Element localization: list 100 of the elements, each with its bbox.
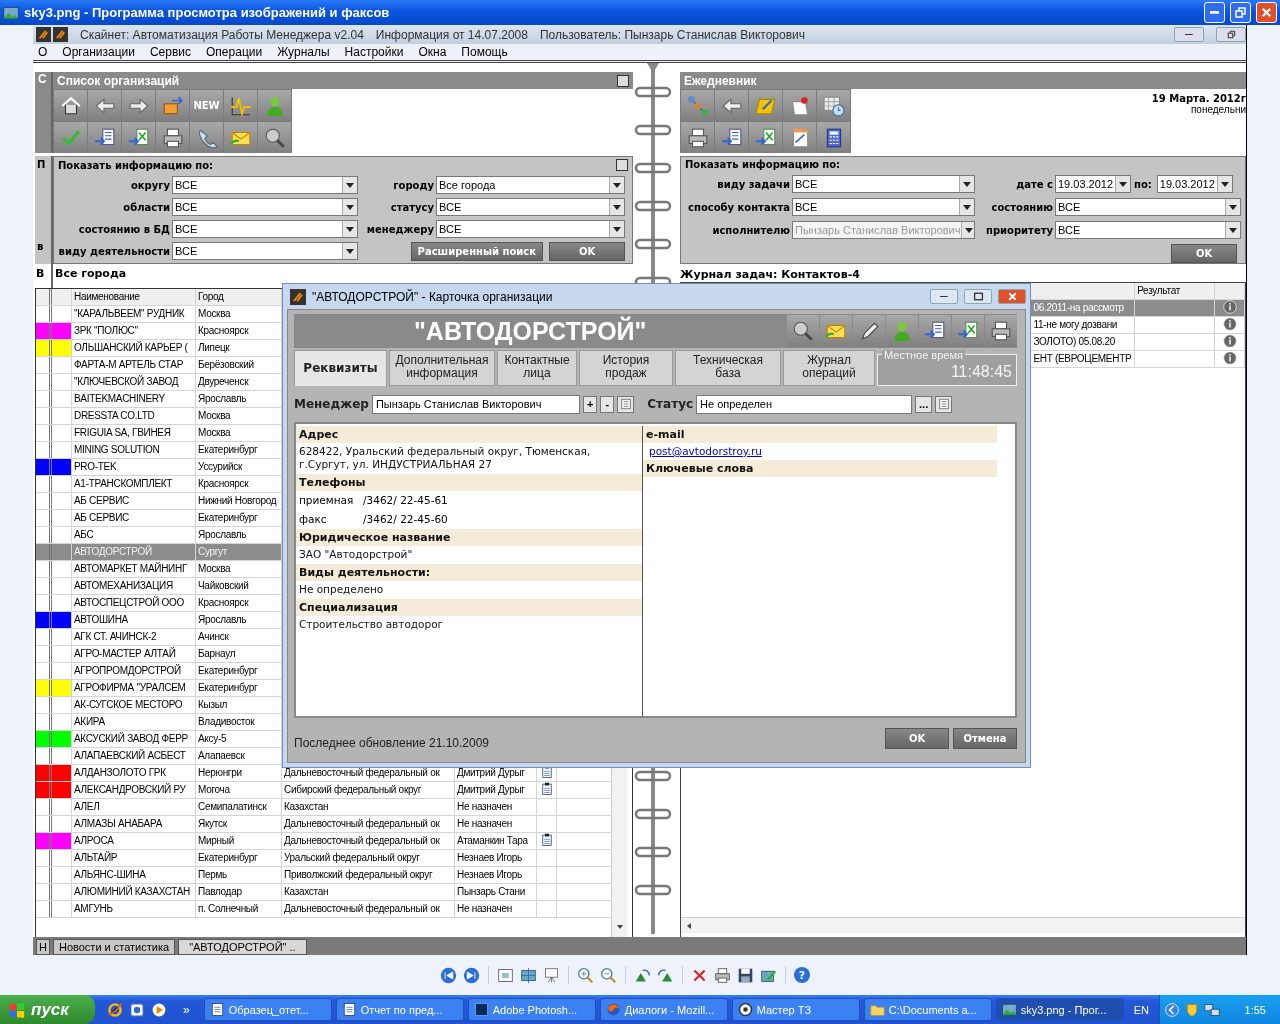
close-button[interactable] bbox=[998, 289, 1026, 304]
toolbar-button[interactable] bbox=[952, 315, 984, 347]
table-row[interactable]: АЛРОСА Мирный Дальневосточный федеральный ок Атаманкин Тара bbox=[36, 833, 611, 850]
toolbar-button[interactable] bbox=[122, 122, 155, 153]
zoom-in-icon[interactable] bbox=[577, 966, 594, 984]
list-button[interactable] bbox=[617, 395, 635, 413]
toolbar-button[interactable] bbox=[715, 90, 748, 121]
scroll-down-arrow-icon[interactable] bbox=[616, 925, 623, 929]
toolbar-button[interactable] bbox=[224, 90, 257, 121]
dropdown[interactable]: ВСЕ bbox=[172, 198, 358, 216]
dropdown[interactable]: 19.03.2012 bbox=[1156, 175, 1233, 193]
dropdown[interactable]: ВСЕ bbox=[436, 220, 625, 238]
list-button[interactable] bbox=[935, 395, 953, 413]
toolbar-button[interactable] bbox=[787, 315, 819, 347]
taskbar-button[interactable]: Диалоги - Mozill... bbox=[599, 998, 728, 1021]
dropdown[interactable]: ВСЕ bbox=[1055, 221, 1241, 239]
email-link[interactable]: post@avtodorstroy.ru bbox=[649, 445, 762, 457]
menu-item[interactable]: Окна bbox=[417, 45, 448, 59]
ok-button[interactable]: OK bbox=[549, 241, 625, 261]
dropdown[interactable]: 19.03.2012 bbox=[1055, 175, 1131, 193]
taskbar-button[interactable]: Adobe Photosh... bbox=[467, 998, 596, 1021]
cancel-button[interactable]: Отмена bbox=[953, 727, 1017, 749]
table-row[interactable]: АЛЮМИНИЙ КАЗАХСТАН Павлодар Казахстан Пынзарь Стани bbox=[36, 884, 611, 901]
menu-item[interactable]: Операции bbox=[205, 45, 264, 59]
scroll-left-arrow-icon[interactable] bbox=[687, 922, 691, 929]
toolbar-button[interactable] bbox=[817, 122, 850, 153]
dropdown[interactable]: ВСЕ bbox=[1055, 198, 1241, 216]
menu-item[interactable]: О bbox=[37, 45, 49, 59]
tab[interactable]: Реквизиты bbox=[294, 350, 387, 386]
dropdown[interactable]: ВСЕ bbox=[172, 242, 358, 260]
toolbar-button[interactable] bbox=[985, 315, 1017, 347]
toolbar-button[interactable] bbox=[853, 315, 885, 347]
start-button[interactable]: пуск bbox=[0, 995, 95, 1024]
status-field[interactable]: Не определен bbox=[696, 394, 913, 414]
restore-button[interactable] bbox=[1216, 27, 1246, 42]
tab[interactable]: Техническая база bbox=[675, 350, 781, 386]
dropdown[interactable]: ВСЕ bbox=[172, 176, 358, 194]
toolbar-button[interactable] bbox=[919, 315, 951, 347]
tab[interactable]: Дополнительная информация bbox=[389, 350, 495, 386]
window-tab[interactable]: Н bbox=[36, 939, 50, 955]
toolbar-button[interactable] bbox=[258, 122, 291, 153]
table-row[interactable]: АЛЬЯНС-ШИНА Пермь Приволжский федеральный округ Незнаев Игорь bbox=[36, 867, 611, 884]
actual-size-icon[interactable] bbox=[520, 966, 537, 984]
dropdown[interactable]: ВСЕ bbox=[172, 220, 358, 238]
rotate-left-icon[interactable] bbox=[657, 966, 674, 984]
tab[interactable]: Контактные лица bbox=[497, 350, 577, 386]
rotate-right-icon[interactable] bbox=[634, 966, 651, 984]
maximize-button[interactable] bbox=[964, 289, 992, 304]
browser-icon[interactable] bbox=[107, 1001, 123, 1018]
small-button[interactable]: - bbox=[600, 395, 615, 413]
small-button[interactable]: + bbox=[582, 395, 598, 413]
toolbar-button[interactable] bbox=[54, 90, 87, 121]
toolbar-button[interactable] bbox=[817, 90, 850, 121]
advanced-search-button[interactable]: Расширенный поиск bbox=[410, 241, 543, 261]
play-icon[interactable] bbox=[151, 1001, 167, 1018]
window-tab[interactable]: Новости и статистика bbox=[52, 939, 176, 955]
table-row[interactable]: АМГУНЬ п. Солнечный Дальневосточный федеральный ок Не назначен bbox=[36, 901, 611, 918]
scrollbar[interactable] bbox=[681, 917, 1245, 933]
more-button[interactable]: » bbox=[179, 1002, 200, 1017]
window-tab[interactable]: "АВТОДОРСТРОЙ" .. bbox=[178, 939, 307, 955]
help-button[interactable]: ? bbox=[794, 967, 810, 983]
taskbar-button[interactable]: Мастер ТЗ bbox=[731, 998, 860, 1021]
table-row[interactable]: АЛЬТАЙР Екатеринбург Уральский федеральный округ Незнаев Игорь bbox=[36, 850, 611, 867]
toolbar-button[interactable] bbox=[681, 122, 714, 153]
toolbar-button[interactable] bbox=[783, 122, 816, 153]
toolbar-button[interactable] bbox=[783, 90, 816, 121]
projector-screen-icon[interactable] bbox=[543, 966, 560, 984]
table-row[interactable]: АЛЕКСАНДРОВСКИЙ РУ Могоча Сибирский федеральный округ Дмитрий Дурыг bbox=[36, 782, 611, 799]
menu-item[interactable]: Журналы bbox=[276, 45, 331, 59]
ellipsis-button[interactable]: ... bbox=[915, 395, 933, 413]
ok-button[interactable]: OK bbox=[885, 727, 949, 749]
toolbar-button[interactable] bbox=[749, 122, 782, 153]
toolbar-button[interactable] bbox=[88, 90, 121, 121]
previous-icon[interactable] bbox=[440, 966, 457, 984]
dropdown[interactable]: ВСЕ bbox=[436, 198, 625, 216]
taskbar-button[interactable]: Образец_отет... bbox=[203, 998, 332, 1021]
toolbar-button[interactable] bbox=[190, 122, 223, 153]
table-row[interactable]: АЛЕЛ Семипалатинск Казахстан Не назначен bbox=[36, 799, 611, 816]
dropdown[interactable]: Все города bbox=[436, 176, 625, 194]
language-indicator[interactable]: EN bbox=[1127, 1003, 1155, 1016]
taskbar-button[interactable]: sky3.png - Прог... bbox=[995, 998, 1124, 1021]
ok-button[interactable]: OK bbox=[1171, 243, 1237, 263]
menu-item[interactable]: Помощь bbox=[460, 45, 509, 59]
toolbar-button[interactable] bbox=[156, 122, 189, 153]
window-icon[interactable] bbox=[129, 1001, 145, 1018]
menu-item[interactable]: Настройки bbox=[343, 45, 405, 59]
fit-to-window-icon[interactable] bbox=[497, 966, 514, 984]
manager-field[interactable]: Пынзарь Станислав Викторович bbox=[371, 394, 580, 414]
taskbar-button[interactable]: C:\Documents a... bbox=[863, 998, 992, 1021]
menu-item[interactable]: Сервис bbox=[148, 45, 193, 59]
dropdown[interactable]: ВСЕ bbox=[792, 175, 975, 193]
taskbar-button[interactable]: Отчет по пред... bbox=[335, 998, 464, 1021]
toolbar-button[interactable] bbox=[715, 122, 748, 153]
toolbar-button[interactable] bbox=[122, 90, 155, 121]
tab[interactable]: История продаж bbox=[579, 350, 673, 386]
next-icon[interactable] bbox=[463, 966, 480, 984]
tab[interactable]: Журнал операций bbox=[783, 350, 875, 386]
toolbar-button[interactable] bbox=[88, 122, 121, 153]
menu-item[interactable]: Организации bbox=[61, 45, 136, 59]
printer-icon[interactable] bbox=[714, 966, 731, 984]
